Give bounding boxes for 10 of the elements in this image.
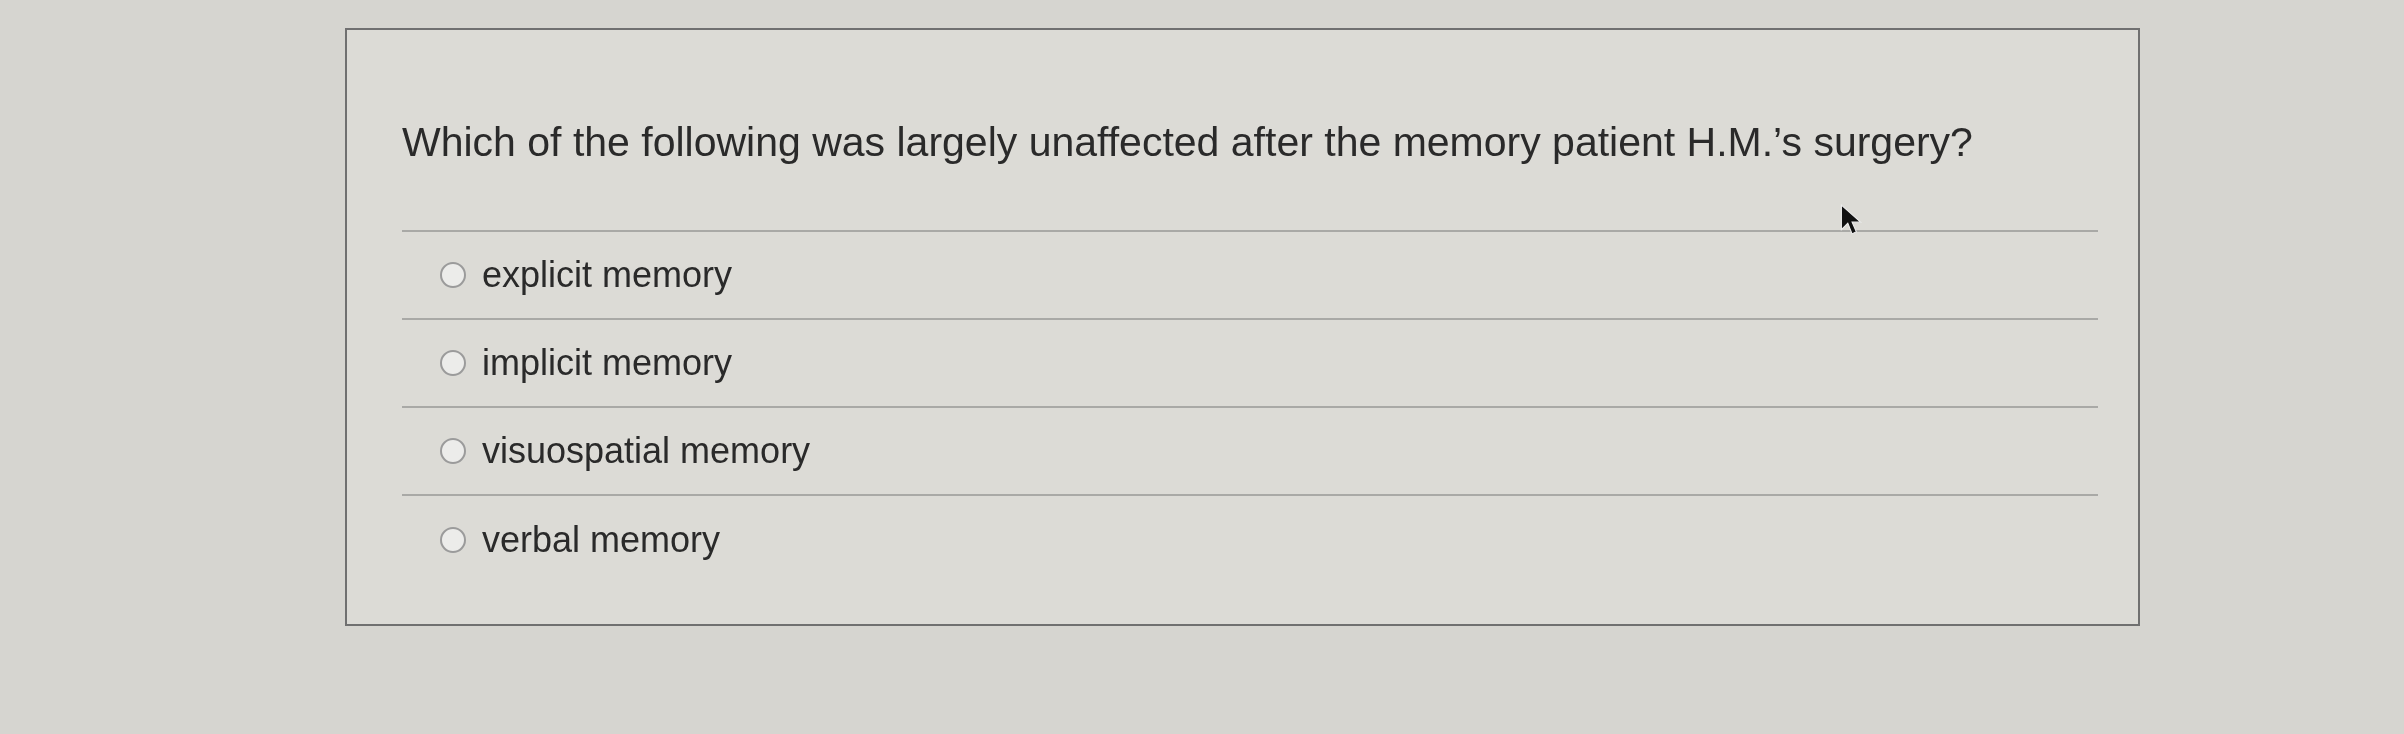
question-text: Which of the following was largely unaffected after the memory patient H.M.’s surgery? <box>402 118 1973 166</box>
radio-button[interactable] <box>440 527 466 553</box>
option-label[interactable]: implicit memory <box>482 342 732 384</box>
radio-button[interactable] <box>440 438 466 464</box>
mouse-pointer-icon <box>1840 204 1862 236</box>
option-label[interactable]: visuospatial memory <box>482 430 811 472</box>
option-label[interactable]: explicit memory <box>482 254 733 296</box>
option-label[interactable]: verbal memory <box>482 519 721 561</box>
radio-button[interactable] <box>440 262 466 288</box>
radio-button[interactable] <box>440 350 466 376</box>
